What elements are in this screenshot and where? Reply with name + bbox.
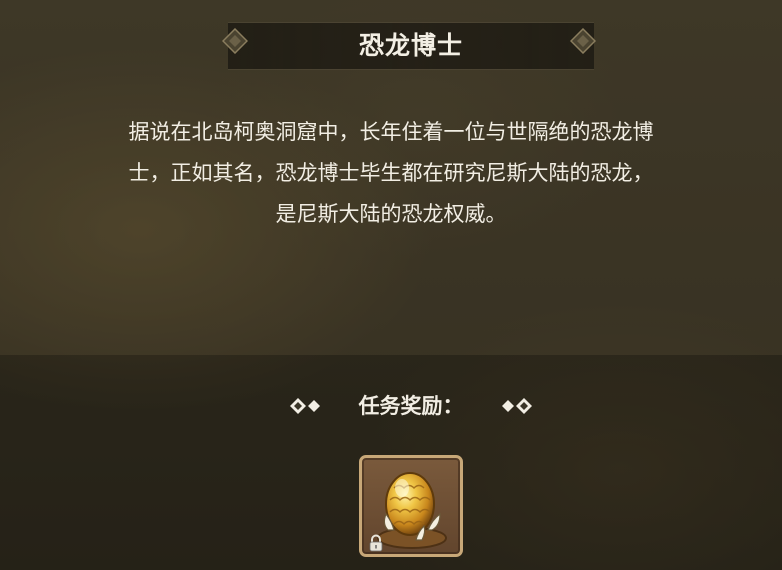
reward-item-slot[interactable]	[359, 455, 463, 557]
description-line: 士，正如其名，恐龙博士毕生都在研究尼斯大陆的恐龙，	[128, 161, 654, 185]
description-line: 是尼斯大陆的恐龙权威。	[275, 202, 507, 226]
right-diamond-ornament-icon	[502, 398, 532, 414]
banner-left-diamond-icon	[222, 28, 248, 54]
quest-description: 据说在北岛柯奥洞窟中，长年住着一位与世隔绝的恐龙博 士，正如其名，恐龙博士毕生都…	[70, 112, 712, 235]
banner-right-diamond-icon	[570, 28, 596, 54]
quest-title: 恐龙博士	[358, 31, 463, 60]
lock-icon	[369, 534, 383, 552]
description-line: 据说在北岛柯奥洞窟中，长年住着一位与世隔绝的恐龙博	[128, 120, 654, 144]
title-banner: 恐龙博士	[228, 22, 594, 70]
reward-heading: 任务奖励：	[290, 388, 532, 424]
